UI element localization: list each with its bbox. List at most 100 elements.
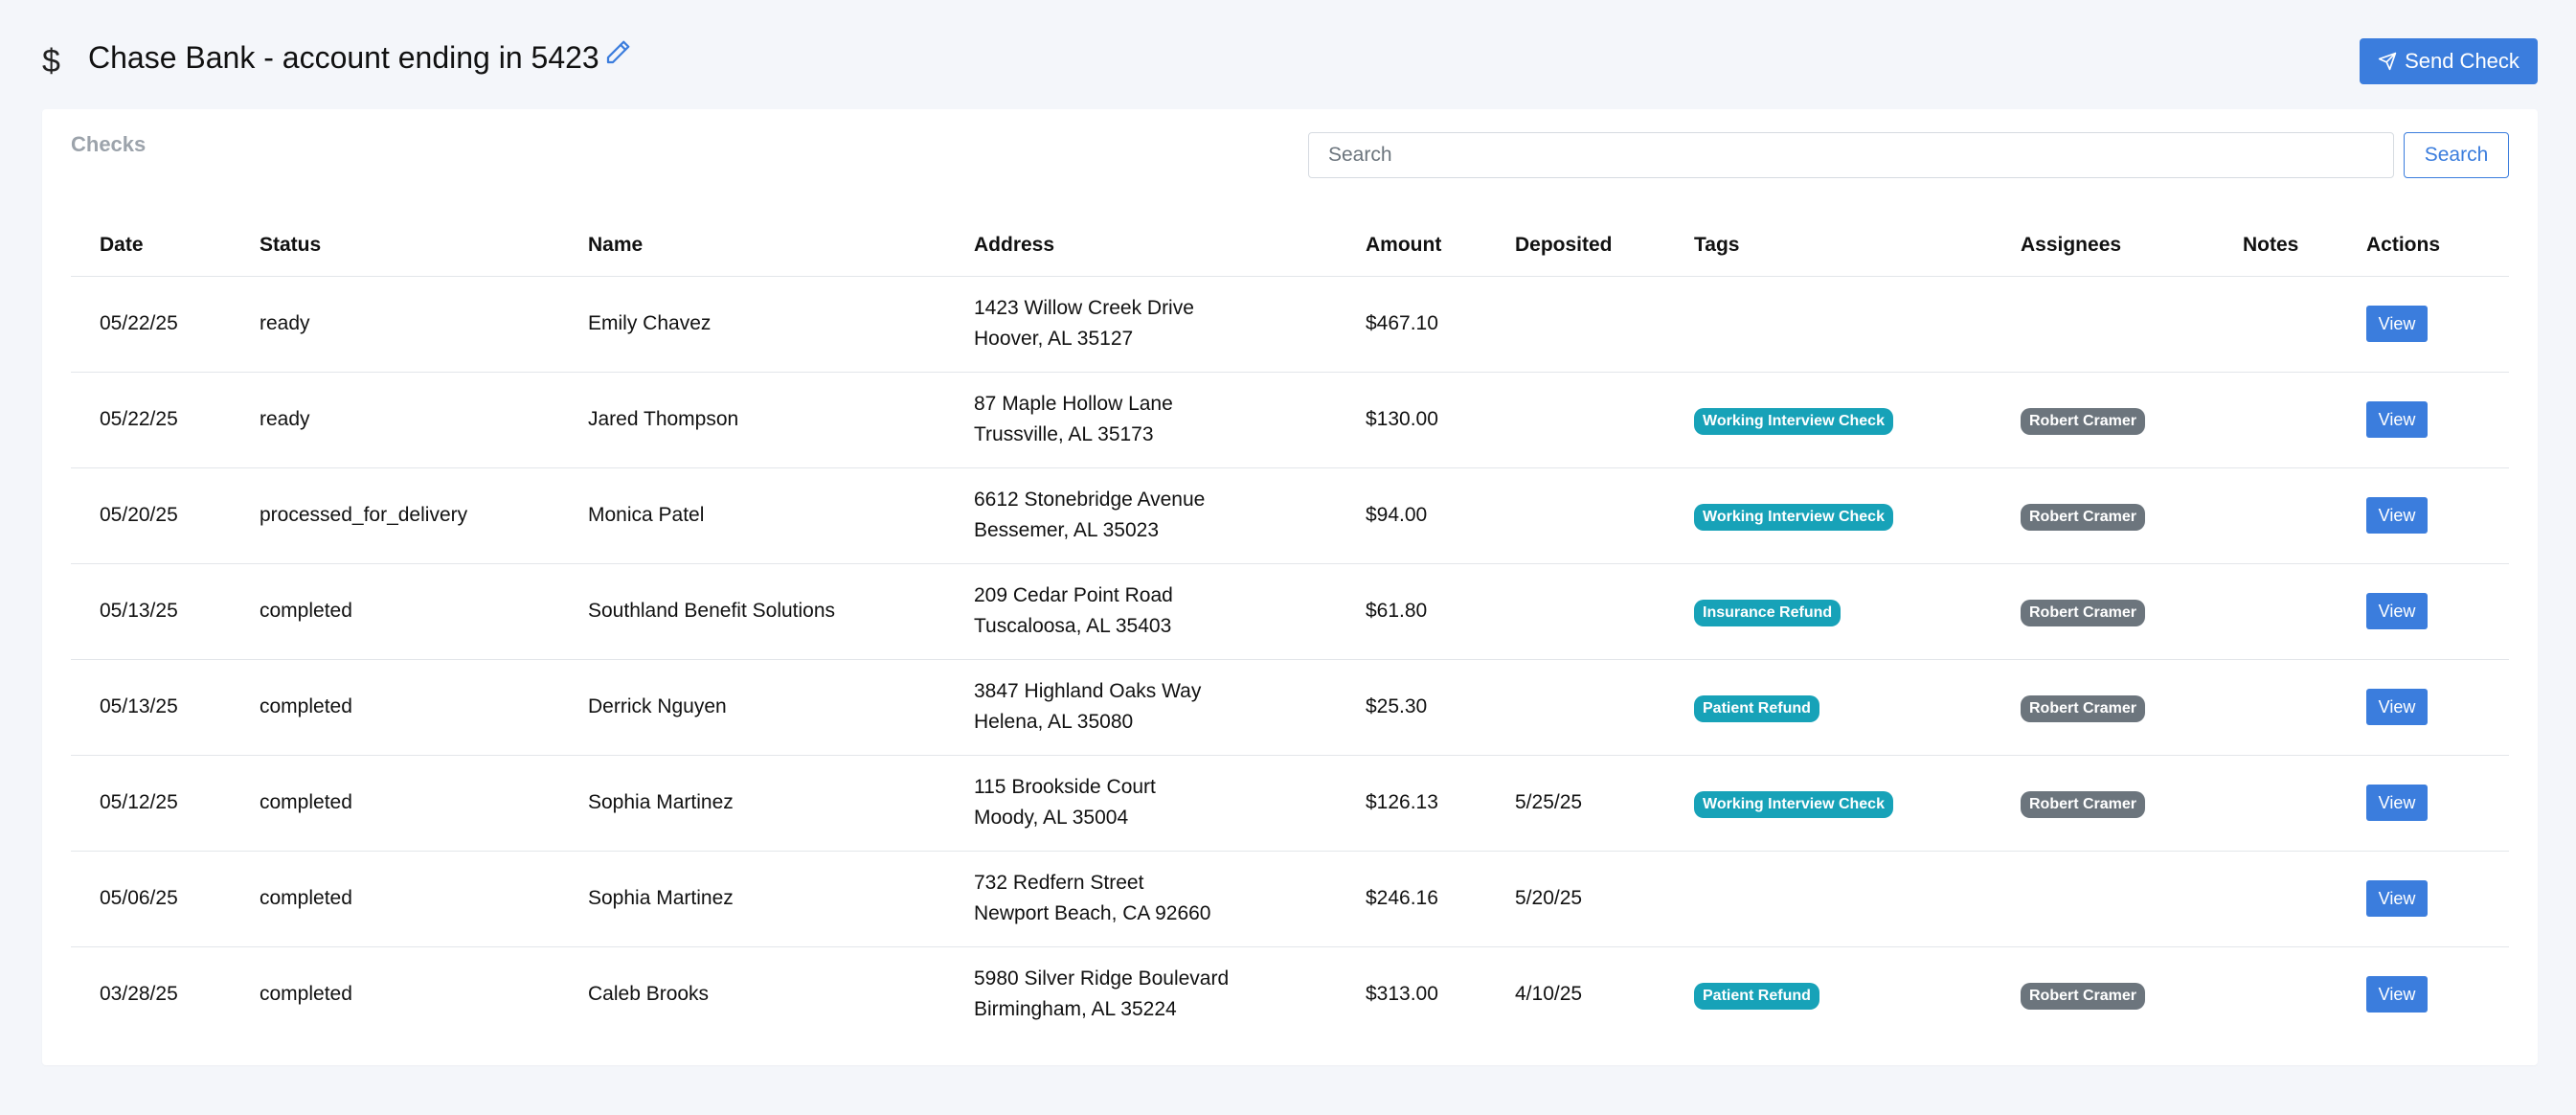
column-header-assignees[interactable]: Assignees — [1992, 215, 2214, 277]
notes-cell — [2214, 563, 2338, 660]
deposited-cell: 5/20/25 — [1486, 851, 1665, 947]
name-cell: Sophia Martinez — [559, 851, 945, 947]
amount-cell: $94.00 — [1337, 467, 1486, 564]
date-cell: 05/13/25 — [71, 563, 231, 660]
assignee-badge: Robert Cramer — [2021, 600, 2146, 626]
amount-cell: $130.00 — [1337, 372, 1486, 468]
send-check-label: Send Check — [2405, 49, 2520, 73]
column-header-date[interactable]: Date — [71, 215, 231, 277]
assignee-badge: Robert Cramer — [2021, 504, 2146, 531]
search-button[interactable]: Search — [2404, 132, 2509, 178]
view-button[interactable]: View — [2366, 880, 2428, 917]
assignee-badge: Robert Cramer — [2021, 983, 2146, 1011]
view-button[interactable]: View — [2366, 976, 2428, 1013]
column-header-notes[interactable]: Notes — [2214, 215, 2338, 277]
view-button[interactable]: View — [2366, 497, 2428, 534]
view-button[interactable]: View — [2366, 689, 2428, 725]
checks-table: Date Status Name Address Amount Deposite… — [71, 215, 2509, 1042]
page-title: Chase Bank - account ending in 5423 — [88, 40, 599, 75]
address-line-2: Tuscaloosa, AL 35403 — [974, 615, 1172, 637]
address-line-1: 87 Maple Hollow Lane — [974, 393, 1173, 415]
view-button[interactable]: View — [2366, 401, 2428, 438]
assignee-badge: Robert Cramer — [2021, 408, 2146, 435]
tags-cell: Working Interview Check — [1665, 372, 1992, 468]
checks-card: Checks Search Date Status Name Address A… — [42, 109, 2538, 1065]
amount-cell: $61.80 — [1337, 563, 1486, 660]
address-line-1: 5980 Silver Ridge Boulevard — [974, 967, 1230, 990]
amount-cell: $246.16 — [1337, 851, 1486, 947]
assignees-cell — [1992, 276, 2214, 373]
column-header-status[interactable]: Status — [231, 215, 559, 277]
table-row: 05/12/25 completed Sophia Martinez 115 B… — [71, 755, 2509, 852]
notes-cell — [2214, 467, 2338, 564]
column-header-address[interactable]: Address — [945, 215, 1337, 277]
notes-cell — [2214, 659, 2338, 756]
table-row: 05/13/25 completed Southland Benefit Sol… — [71, 563, 2509, 660]
name-cell: Monica Patel — [559, 467, 945, 564]
date-cell: 05/06/25 — [71, 851, 231, 947]
name-cell: Sophia Martinez — [559, 755, 945, 852]
table-row: 05/20/25 processed_for_delivery Monica P… — [71, 467, 2509, 564]
date-cell: 03/28/25 — [100, 983, 178, 1006]
page-header: $ Chase Bank - account ending in 5423 Se… — [42, 34, 2538, 86]
deposited-cell — [1486, 563, 1665, 660]
tag-badge: Working Interview Check — [1694, 791, 1893, 818]
notes-cell — [2214, 946, 2338, 1042]
assignees-cell: Robert Cramer — [1992, 755, 2214, 852]
status-cell: processed_for_delivery — [231, 467, 559, 564]
tags-cell — [1665, 276, 1992, 373]
tags-cell: Working Interview Check — [1665, 467, 1992, 564]
pencil-icon[interactable] — [603, 38, 634, 69]
address-line-2: Trussville, AL 35173 — [974, 423, 1154, 445]
column-header-deposited[interactable]: Deposited — [1486, 215, 1665, 277]
status-cell: completed — [231, 755, 559, 852]
column-header-tags[interactable]: Tags — [1665, 215, 1992, 277]
assignees-cell: Robert Cramer — [1992, 659, 2214, 756]
actions-cell: View — [2338, 851, 2509, 947]
tag-badge: Insurance Refund — [1694, 600, 1842, 626]
address-cell: 115 Brookside Court Moody, AL 35004 — [945, 755, 1337, 852]
actions-cell: View — [2338, 372, 2509, 468]
tags-cell: Working Interview Check — [1665, 755, 1992, 852]
address-line-1: 1423 Willow Creek Drive — [974, 297, 1194, 319]
date-cell: 05/22/25 — [71, 276, 231, 373]
tag-badge: Working Interview Check — [1694, 408, 1893, 435]
address-line-1: 6612 Stonebridge Avenue — [974, 489, 1206, 511]
view-button[interactable]: View — [2366, 593, 2428, 629]
view-button[interactable]: View — [2366, 306, 2428, 342]
address-cell: 87 Maple Hollow Lane Trussville, AL 35173 — [945, 372, 1337, 468]
date-cell: 05/13/25 — [71, 659, 231, 756]
assignee-badge: Robert Cramer — [2021, 695, 2146, 722]
actions-cell: View — [2338, 276, 2509, 373]
table-header-row: Date Status Name Address Amount Deposite… — [71, 215, 2509, 277]
notes-cell — [2214, 276, 2338, 373]
address-cell: 5980 Silver Ridge Boulevard Birmingham, A… — [945, 946, 1337, 1042]
notes-cell — [2214, 851, 2338, 947]
deposited-cell: 5/25/25 — [1486, 755, 1665, 852]
address-line-2: Bessemer, AL 35023 — [974, 519, 1160, 541]
tags-cell — [1665, 851, 1992, 947]
table-row: 05/22/25 ready Jared Thompson 87 Maple H… — [71, 372, 2509, 468]
amount-cell: $467.10 — [1337, 276, 1486, 373]
tag-badge: Patient Refund — [1694, 695, 1819, 722]
dollar-icon: $ — [42, 43, 60, 80]
column-header-name[interactable]: Name — [559, 215, 945, 277]
notes-cell — [2214, 372, 2338, 468]
table-row: 05/13/25 completed Derrick Nguyen 3847 H… — [71, 659, 2509, 756]
status-cell: completed — [260, 983, 352, 1006]
status-cell: ready — [231, 372, 559, 468]
tags-cell: Patient Refund — [1665, 946, 1992, 1042]
address-line-2: Hoover, AL 35127 — [974, 328, 1134, 350]
send-check-button[interactable]: Send Check — [2360, 38, 2538, 84]
search-input[interactable] — [1308, 132, 2394, 178]
address-line-1: 115 Brookside Court — [974, 776, 1156, 798]
date-cell: 05/20/25 — [71, 467, 231, 564]
column-header-amount[interactable]: Amount — [1337, 215, 1486, 277]
column-header-actions: Actions — [2338, 215, 2509, 277]
assignee-badge: Robert Cramer — [2021, 791, 2146, 818]
notes-cell — [2214, 755, 2338, 852]
send-icon — [2378, 52, 2397, 71]
deposited-cell — [1486, 276, 1665, 373]
view-button[interactable]: View — [2366, 785, 2428, 821]
address-line-1: 209 Cedar Point Road — [974, 584, 1173, 606]
